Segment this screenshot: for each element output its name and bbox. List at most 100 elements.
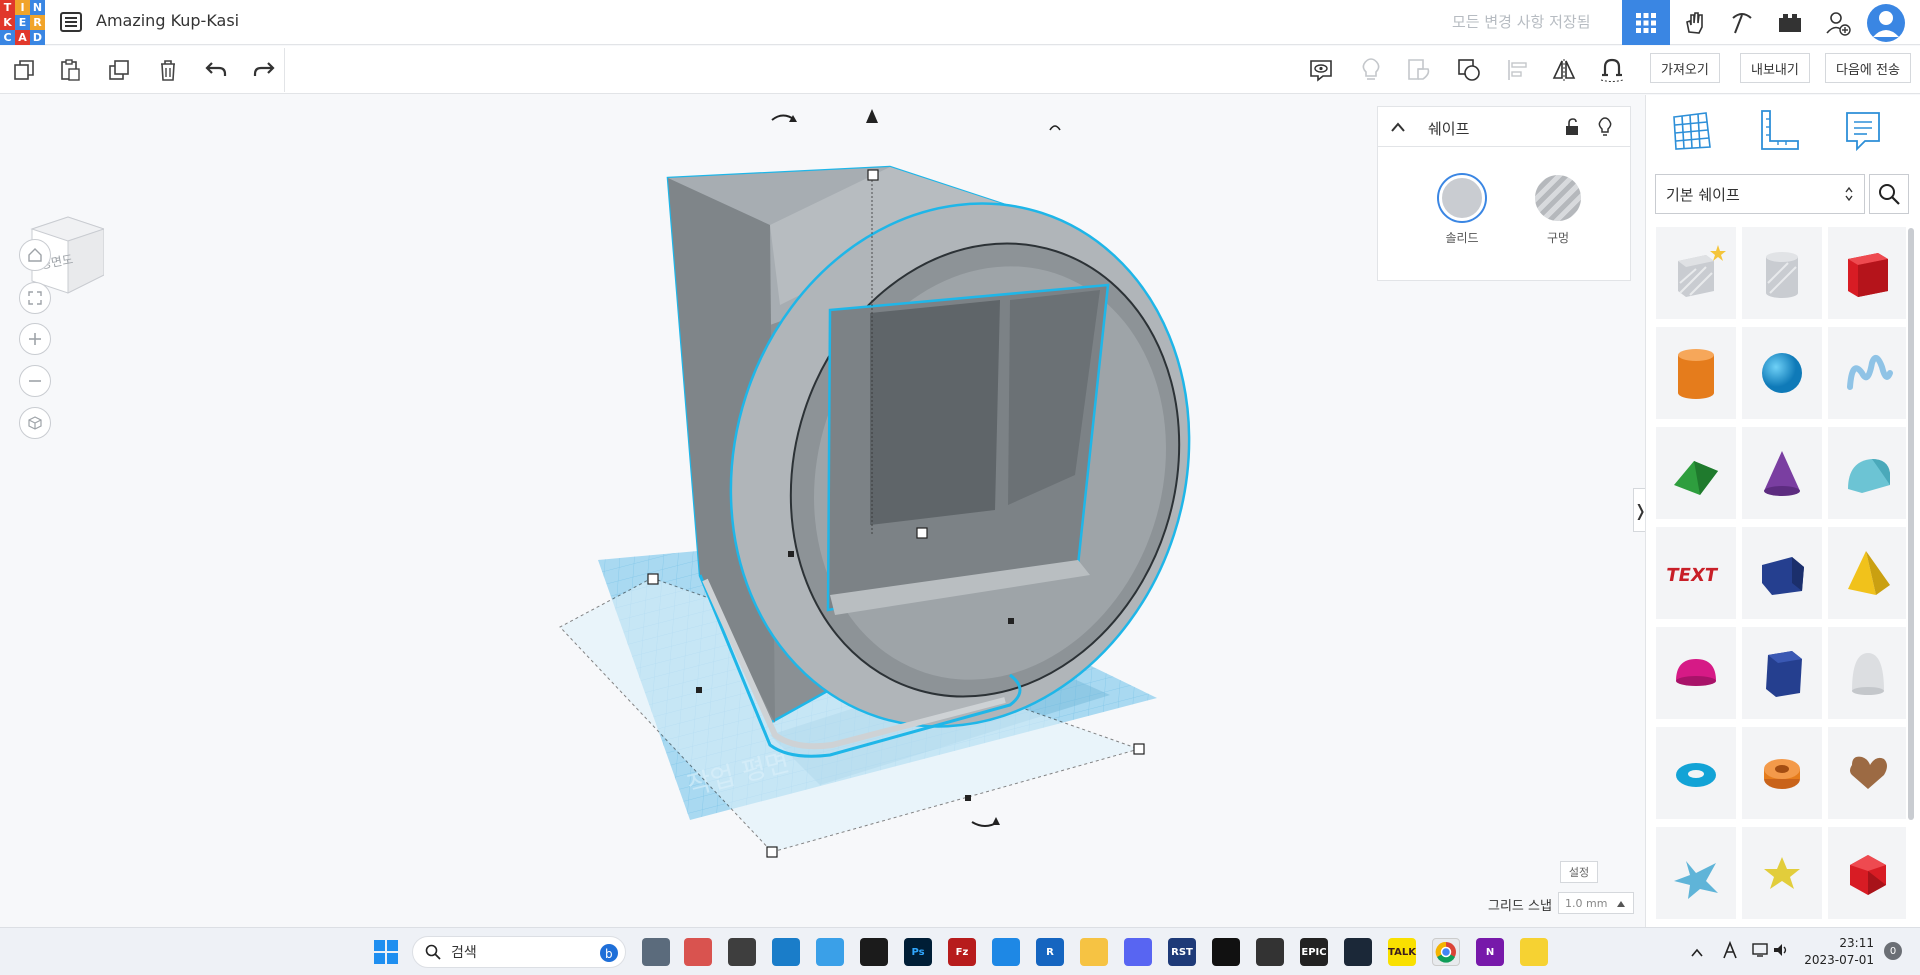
shape-half-sphere[interactable] xyxy=(1656,627,1736,719)
project-title[interactable]: Amazing Kup-Kasi xyxy=(96,11,239,30)
shape-roof[interactable] xyxy=(1656,427,1736,519)
steam-app-icon[interactable] xyxy=(1344,938,1372,966)
rst-app-icon[interactable]: RST xyxy=(1168,938,1196,966)
lightbulb-icon[interactable] xyxy=(1355,54,1387,86)
shape-cylinder[interactable] xyxy=(1656,327,1736,419)
chrome-app-icon[interactable] xyxy=(1432,938,1460,966)
trash-icon[interactable] xyxy=(152,54,184,86)
perspective-icon[interactable] xyxy=(19,407,51,439)
grid-snap-select[interactable]: 1.0 mm xyxy=(1558,892,1634,914)
network-icon[interactable] xyxy=(1752,942,1770,962)
lock-icon[interactable] xyxy=(1564,118,1580,136)
shape-striped-box[interactable] xyxy=(1656,227,1736,319)
align-icon[interactable] xyxy=(1502,54,1534,86)
solid-swatch[interactable] xyxy=(1439,175,1485,221)
shape-polygon[interactable] xyxy=(1742,627,1822,719)
shape-scribble[interactable] xyxy=(1828,327,1906,419)
avatar[interactable] xyxy=(1862,0,1910,45)
solid-option[interactable]: 솔리드 xyxy=(1432,175,1492,246)
shape-striped-cylinder[interactable] xyxy=(1742,227,1822,319)
shape-text[interactable]: TEXT xyxy=(1656,527,1736,619)
group-icon[interactable] xyxy=(1403,54,1435,86)
collapse-chevron-icon[interactable] xyxy=(1390,121,1406,133)
zoom-out-icon[interactable] xyxy=(19,365,51,397)
notes-tab-icon[interactable] xyxy=(1839,107,1887,155)
filezilla-app-icon[interactable]: Fz xyxy=(948,938,976,966)
shape-paraboloid[interactable] xyxy=(1828,627,1906,719)
hole-option[interactable]: 구멍 xyxy=(1528,175,1588,246)
windows-start-icon[interactable] xyxy=(372,938,400,970)
redo-icon[interactable] xyxy=(248,54,280,86)
onenote-app-icon[interactable]: N xyxy=(1476,938,1504,966)
shape-star-gold[interactable] xyxy=(1742,827,1822,919)
kakaotalk-app-icon[interactable]: TALK xyxy=(1388,938,1416,966)
leaf-app-icon[interactable] xyxy=(1212,938,1240,966)
explorer-app-icon[interactable] xyxy=(1080,938,1108,966)
dashboard-app-icon[interactable] xyxy=(772,938,800,966)
duplicate-icon[interactable] xyxy=(103,54,135,86)
zoom-in-icon[interactable] xyxy=(19,323,51,355)
export-button[interactable]: 내보내기 xyxy=(1740,53,1810,83)
add-user-icon[interactable] xyxy=(1814,0,1862,45)
photoshop-app-icon[interactable]: Ps xyxy=(904,938,932,966)
volume-icon[interactable] xyxy=(1772,942,1790,962)
vscode-app-icon[interactable] xyxy=(992,938,1020,966)
undo-icon[interactable] xyxy=(200,54,232,86)
hole-swatch[interactable] xyxy=(1535,175,1581,221)
file-app-icon[interactable] xyxy=(642,938,670,966)
bing-icon[interactable]: b xyxy=(599,943,619,963)
notification-badge[interactable]: 0 xyxy=(1884,942,1902,960)
paste-icon[interactable] xyxy=(54,54,86,86)
search-button[interactable] xyxy=(1869,174,1909,214)
tinkercad-logo[interactable]: T I N K E R C A D xyxy=(0,0,45,45)
import-button[interactable]: 가져오기 xyxy=(1650,53,1720,83)
fit-view-icon[interactable] xyxy=(19,282,51,314)
shape-sphere[interactable] xyxy=(1742,327,1822,419)
mirror-icon[interactable] xyxy=(1548,54,1580,86)
snip-app-icon[interactable] xyxy=(684,938,712,966)
taskbar-search[interactable]: 검색 b xyxy=(412,936,626,968)
home-view-icon[interactable] xyxy=(19,239,51,271)
shape-category-select[interactable]: 기본 쉐이프 xyxy=(1655,174,1865,214)
ungroup-icon[interactable] xyxy=(1453,54,1485,86)
shape-icosahedron[interactable] xyxy=(1828,827,1906,919)
magnet-icon[interactable] xyxy=(1596,54,1628,86)
toolbar-divider xyxy=(284,48,285,92)
ime-icon[interactable] xyxy=(1722,940,1738,963)
epic-games-app-icon[interactable]: EPIC xyxy=(1300,938,1328,966)
ruler-tab-icon[interactable] xyxy=(1754,107,1802,155)
shape-wedge[interactable] xyxy=(1742,527,1822,619)
tray-chevron-icon[interactable] xyxy=(1690,944,1704,963)
shape-cone[interactable] xyxy=(1742,427,1822,519)
settings-button[interactable]: 설정 xyxy=(1560,861,1598,883)
shape-pyramid[interactable] xyxy=(1828,527,1906,619)
send-to-button[interactable]: 다음에 전송 xyxy=(1825,53,1911,83)
shape-tube[interactable] xyxy=(1742,727,1822,819)
discord-app-icon[interactable] xyxy=(1124,938,1152,966)
shape-torus[interactable] xyxy=(1656,727,1736,819)
comment-view-icon[interactable] xyxy=(1305,54,1337,86)
shape-star[interactable] xyxy=(1656,827,1736,919)
r-app-icon[interactable]: R xyxy=(1036,938,1064,966)
workplane-tab-icon[interactable] xyxy=(1668,107,1716,155)
davinci-app-icon[interactable] xyxy=(860,938,888,966)
grid-view-icon[interactable] xyxy=(1622,0,1670,45)
lift-arrow-icon[interactable] xyxy=(866,109,878,123)
bricks-icon[interactable] xyxy=(1766,0,1814,45)
remote-app-icon[interactable] xyxy=(816,938,844,966)
project-list-icon[interactable] xyxy=(60,12,82,32)
solid-label: 솔리드 xyxy=(1445,231,1479,245)
pickaxe-icon[interactable] xyxy=(1718,0,1766,45)
sticky-notes-app-icon[interactable] xyxy=(1520,938,1548,966)
sidebar-scrollbar[interactable] xyxy=(1908,228,1914,820)
obs-app-icon[interactable] xyxy=(1256,938,1284,966)
rotate-arrow-icon[interactable] xyxy=(1049,125,1061,131)
camera-app-icon[interactable] xyxy=(728,938,756,966)
shape-round-roof[interactable] xyxy=(1828,427,1906,519)
hand-tool-icon[interactable] xyxy=(1670,0,1718,45)
shape-heart[interactable] xyxy=(1828,727,1906,819)
lightbulb-icon[interactable] xyxy=(1598,117,1612,137)
shape-box[interactable] xyxy=(1828,227,1906,319)
copy-icon[interactable] xyxy=(8,54,40,86)
taskbar-clock[interactable]: 23:11 2023-07-01 xyxy=(1800,935,1874,969)
